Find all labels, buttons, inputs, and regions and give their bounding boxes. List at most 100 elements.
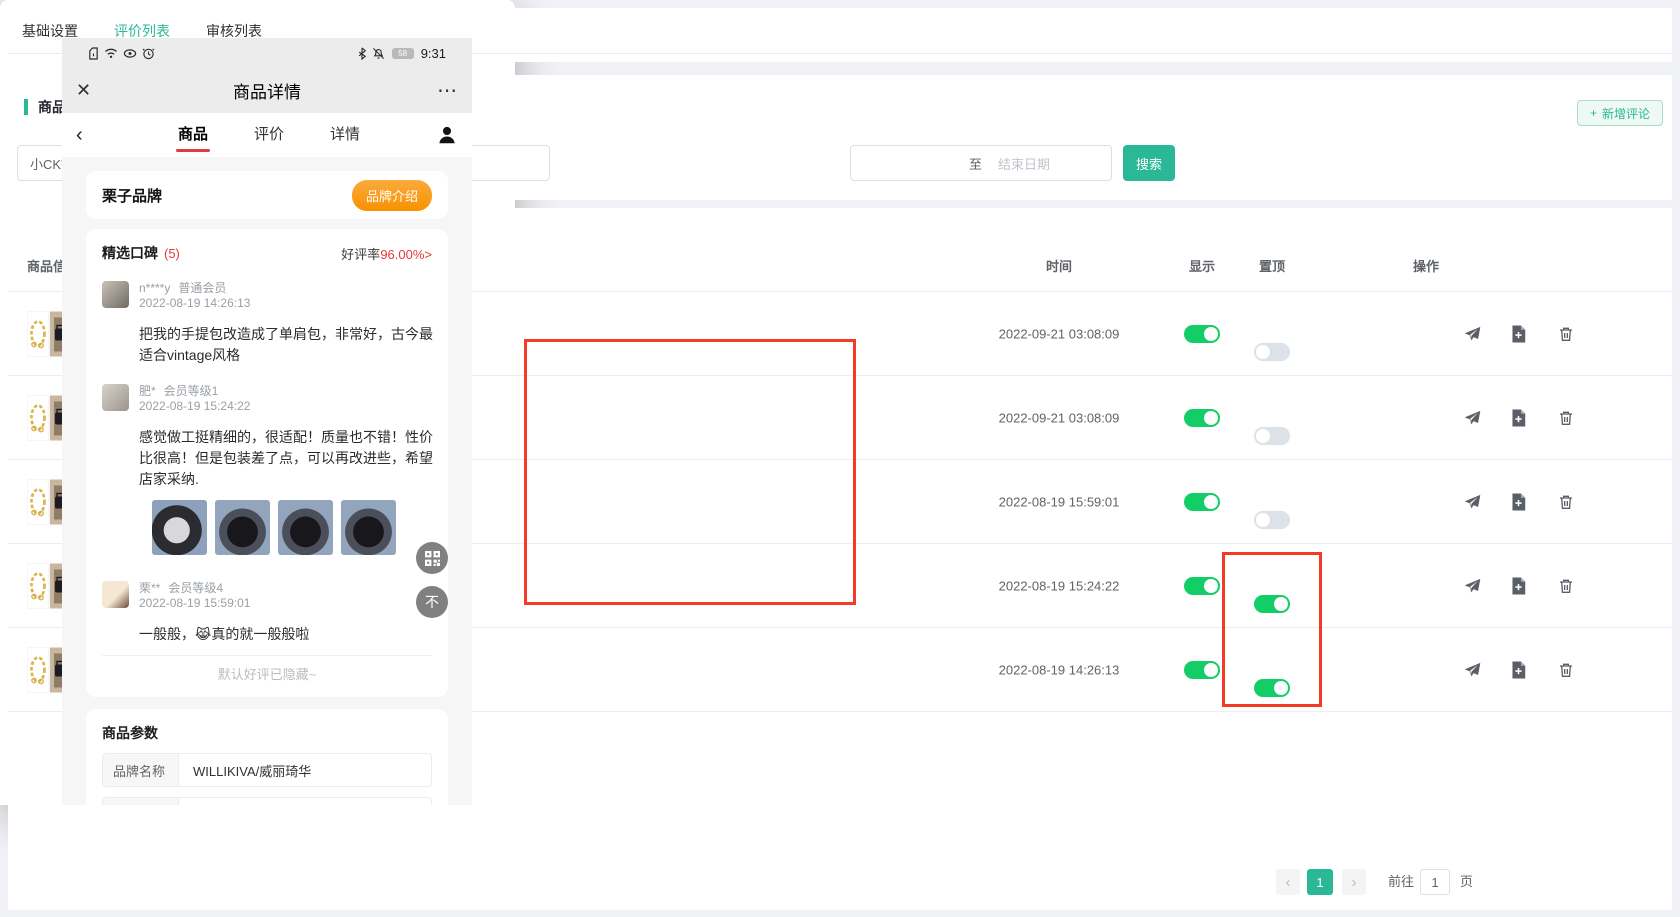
review-date: 2022-08-19 15:59:01 (139, 596, 250, 610)
add-review-button[interactable]: + 新增评论 (1577, 100, 1663, 126)
bluetooth-icon (357, 47, 367, 60)
review-time: 2022-08-19 15:59:01 (951, 494, 1167, 509)
review-image-thumbnail[interactable] (341, 500, 396, 555)
publish-icon[interactable] (1464, 577, 1481, 594)
review-member-level: 会员等级1 (164, 384, 219, 398)
review-item: 栗**会员等级4 2022-08-19 15:59:01 一般般，😹真的就一般般… (102, 581, 432, 645)
col-visible: 显示 (1184, 256, 1220, 275)
brand-intro-button[interactable]: 品牌介绍 (352, 180, 432, 211)
col-pinned: 置顶 (1254, 256, 1290, 275)
qr-code-float-button[interactable] (416, 542, 448, 574)
phone-tab-2[interactable]: 详情 (330, 117, 360, 154)
delete-icon[interactable] (1558, 661, 1575, 678)
range-separator: 至 (969, 154, 982, 173)
phone-preview: 58 9:31 ✕ 商品详情 ⋯ ‹ 商品 评价 详情 栗子品牌 品牌介绍 精选口碑 (62, 38, 472, 805)
review-time: 2022-08-19 14:26:13 (951, 662, 1167, 677)
mute-icon (372, 47, 385, 60)
phone-back-icon[interactable]: ‹ (76, 124, 102, 147)
review-avatar (102, 384, 129, 411)
publish-icon[interactable] (1464, 409, 1481, 426)
chevron-right-icon: > (424, 247, 432, 262)
param-row: 颜色分类 古金链条40cm 适合手提 (102, 797, 432, 805)
delete-icon[interactable] (1558, 409, 1575, 426)
visible-toggle[interactable] (1184, 325, 1220, 343)
positive-rate-link[interactable]: 好评率96.00%> (341, 244, 432, 263)
review-image-row (152, 500, 432, 555)
pinned-toggle[interactable] (1254, 595, 1290, 613)
publish-icon[interactable] (1464, 325, 1481, 342)
col-time: 时间 (951, 256, 1167, 275)
file-add-icon[interactable] (1511, 493, 1528, 510)
account-icon[interactable] (436, 124, 458, 146)
review-username: 栗** (139, 581, 160, 595)
file-add-icon[interactable] (1511, 325, 1528, 342)
review-content: 把我的手提包改造成了单肩包，非常好，古今最适合vintage风格 (139, 324, 439, 366)
plus-icon: + (1590, 106, 1597, 120)
review-item: n****y普通会员 2022-08-19 14:26:13 把我的手提包改造成… (102, 281, 432, 366)
review-avatar (102, 281, 129, 308)
date-range-picker[interactable]: 至 结束日期 (850, 145, 1112, 181)
brand-name: 栗子品牌 (102, 185, 352, 206)
param-label: 品牌名称 (103, 754, 179, 786)
publish-icon[interactable] (1464, 493, 1481, 510)
preview-window: ← → ⋯ − □ ✕ (0, 0, 515, 805)
file-add-icon[interactable] (1511, 409, 1528, 426)
review-date: 2022-08-19 14:26:13 (139, 296, 250, 310)
title-accent-bar (24, 99, 28, 115)
hidden-reviews-note: 默认好评已隐藏~ (102, 656, 432, 687)
visible-toggle[interactable] (1184, 577, 1220, 595)
review-image-thumbnail[interactable] (152, 500, 207, 555)
phone-tab-0[interactable]: 商品 (178, 117, 208, 154)
phone-content: 栗子品牌 品牌介绍 精选口碑 (5) 好评率96.00%> n****y普通会员… (62, 157, 472, 805)
search-button[interactable]: 搜索 (1123, 145, 1175, 181)
phone-close-icon[interactable]: ✕ (76, 80, 106, 101)
delete-icon[interactable] (1558, 325, 1575, 342)
prev-page-button[interactable]: ‹ (1276, 869, 1300, 895)
reviews-count: (5) (164, 246, 341, 261)
visible-toggle[interactable] (1184, 661, 1220, 679)
current-page-button[interactable]: 1 (1307, 869, 1333, 895)
pagination: ‹ 1 › 前往 页 (8, 869, 1672, 897)
reviews-title: 精选口碑 (102, 243, 158, 263)
pinned-toggle[interactable] (1254, 343, 1290, 361)
end-date-placeholder: 结束日期 (998, 154, 1050, 173)
phone-status-bar: 58 9:31 (62, 38, 472, 68)
param-row: 品牌名称 WILLIKIVA/威丽琦华 (102, 753, 432, 787)
no-float-button[interactable]: 不 (416, 586, 448, 618)
review-time: 2022-08-19 15:24:22 (951, 578, 1167, 593)
review-content: 一般般，😹真的就一般般啦 (139, 624, 439, 645)
review-item: 肥*会员等级1 2022-08-19 15:24:22 感觉做工挺精细的，很适配… (102, 384, 432, 490)
reviews-header: 精选口碑 (5) 好评率96.00%> (102, 243, 432, 263)
goto-label: 前往 (1388, 869, 1414, 895)
phone-page-title: 商品详情 (106, 78, 428, 103)
phone-nav-bar: ✕ 商品详情 ⋯ (62, 68, 472, 113)
goto-page-input[interactable] (1420, 869, 1450, 895)
review-member-level: 会员等级4 (168, 581, 223, 595)
phone-tab-bar: ‹ 商品 评价 详情 (62, 113, 472, 157)
param-label: 颜色分类 (103, 798, 179, 805)
status-time: 9:31 (421, 46, 446, 61)
pinned-toggle[interactable] (1254, 511, 1290, 529)
publish-icon[interactable] (1464, 661, 1481, 678)
review-image-thumbnail[interactable] (278, 500, 333, 555)
pinned-toggle[interactable] (1254, 427, 1290, 445)
file-add-icon[interactable] (1511, 577, 1528, 594)
review-member-level: 普通会员 (178, 281, 226, 295)
phone-more-icon[interactable]: ⋯ (428, 78, 458, 103)
phone-tab-1[interactable]: 评价 (254, 117, 284, 154)
delete-icon[interactable] (1558, 493, 1575, 510)
review-time: 2022-09-21 03:08:09 (951, 326, 1167, 341)
sim-icon (88, 47, 99, 60)
review-image-thumbnail[interactable] (215, 500, 270, 555)
review-date: 2022-08-19 15:24:22 (139, 399, 250, 413)
visible-toggle[interactable] (1184, 493, 1220, 511)
visible-toggle[interactable] (1184, 409, 1220, 427)
next-page-button[interactable]: › (1342, 869, 1366, 895)
delete-icon[interactable] (1558, 577, 1575, 594)
review-time: 2022-09-21 03:08:09 (951, 410, 1167, 425)
page-unit-label: 页 (1460, 869, 1473, 895)
alarm-icon (142, 47, 155, 60)
wifi-icon (104, 47, 118, 59)
file-add-icon[interactable] (1511, 661, 1528, 678)
pinned-toggle[interactable] (1254, 679, 1290, 697)
